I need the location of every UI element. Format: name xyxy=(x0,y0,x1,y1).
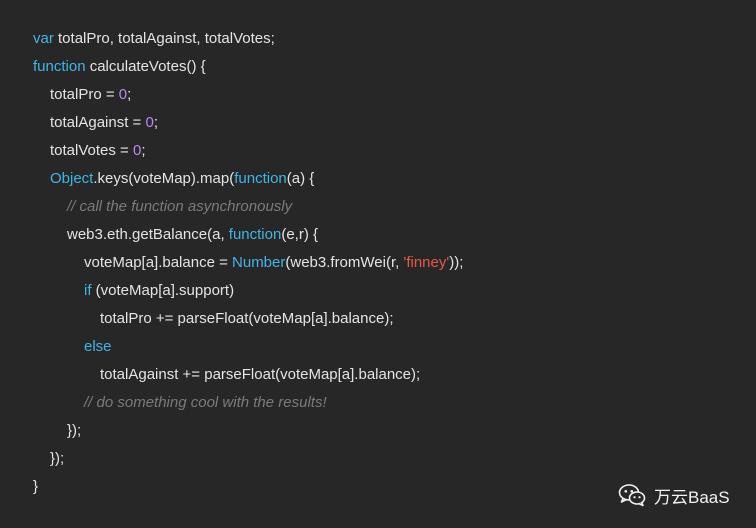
keyword-var: var xyxy=(33,30,54,47)
code-line-17: } xyxy=(33,473,463,501)
wechat-icon xyxy=(618,484,646,507)
code-line-1: var totalPro, totalAgainst, totalVotes; xyxy=(33,25,463,53)
code-text: voteMap[a].balance = xyxy=(84,254,233,271)
code-text: web3.eth.getBalance(a, xyxy=(67,226,229,243)
code-text: (voteMap[a].support) xyxy=(91,282,235,299)
code-text: totalPro = xyxy=(50,86,119,103)
code-text: (web3.fromWei(r, xyxy=(285,254,404,271)
code-text: .keys(voteMap).map( xyxy=(93,170,235,187)
code-text: ; xyxy=(141,142,146,159)
code-line-8: web3.eth.getBalance(a, function(e,r) { xyxy=(33,221,463,249)
code-text: totalVotes = xyxy=(50,142,133,159)
keyword-else: else xyxy=(84,338,112,355)
code-line-4: totalAgainst = 0; xyxy=(33,109,463,137)
code-editor: var totalPro, totalAgainst, totalVotes; … xyxy=(0,0,756,528)
code-text: totalAgainst += parseFloat(voteMap[a].ba… xyxy=(100,366,421,383)
code-text: totalAgainst = xyxy=(50,114,146,131)
code-line-5: totalVotes = 0; xyxy=(33,137,463,165)
code-line-15: }); xyxy=(33,417,463,445)
code-comment: // do something cool with the results! xyxy=(84,394,327,411)
string-literal: 'finney' xyxy=(403,254,450,271)
keyword-function: function xyxy=(228,226,282,243)
code-text: }); xyxy=(67,422,82,439)
code-text: } xyxy=(33,478,39,495)
code-line-16: }); xyxy=(33,445,463,473)
code-text: }); xyxy=(50,450,65,467)
code-line-6: Object.keys(voteMap).map(function(a) { xyxy=(33,165,463,193)
code-line-9: voteMap[a].balance = Number(web3.fromWei… xyxy=(33,249,463,277)
code-line-14: // do something cool with the results! xyxy=(33,389,463,417)
code-line-2: function calculateVotes() { xyxy=(33,53,463,81)
keyword-function: function xyxy=(234,170,287,187)
code-line-7: // call the function asynchronously xyxy=(33,193,463,221)
number-literal: 0 xyxy=(118,86,128,103)
code-line-10: if (voteMap[a].support) xyxy=(33,277,463,305)
keyword-function: function xyxy=(33,58,86,75)
code-text: totalPro += parseFloat(voteMap[a].balanc… xyxy=(100,310,394,327)
watermark: 万云BaaS xyxy=(618,481,730,509)
code-line-11: totalPro += parseFloat(voteMap[a].balanc… xyxy=(33,305,463,333)
code-text: ; xyxy=(153,114,158,131)
keyword-object: Object xyxy=(50,170,94,187)
code-line-13: totalAgainst += parseFloat(voteMap[a].ba… xyxy=(33,361,463,389)
number-literal: 0 xyxy=(145,114,154,131)
code-text: (a) { xyxy=(286,170,315,187)
code-text: )); xyxy=(449,254,464,271)
keyword-number: Number xyxy=(232,254,286,271)
code-text: totalPro, totalAgainst, totalVotes; xyxy=(53,30,275,47)
code-text: calculateVotes() { xyxy=(85,58,206,75)
code-comment: // call the function asynchronously xyxy=(67,198,293,215)
code-line-12: else xyxy=(33,333,463,361)
code-text: (e,r) { xyxy=(281,226,319,243)
code-line-3: totalPro = 0; xyxy=(33,81,463,109)
code-text: ; xyxy=(127,86,132,103)
keyword-if: if xyxy=(84,282,92,299)
code-block: var totalPro, totalAgainst, totalVotes; … xyxy=(33,25,463,501)
watermark-text: 万云BaaS xyxy=(654,487,730,507)
